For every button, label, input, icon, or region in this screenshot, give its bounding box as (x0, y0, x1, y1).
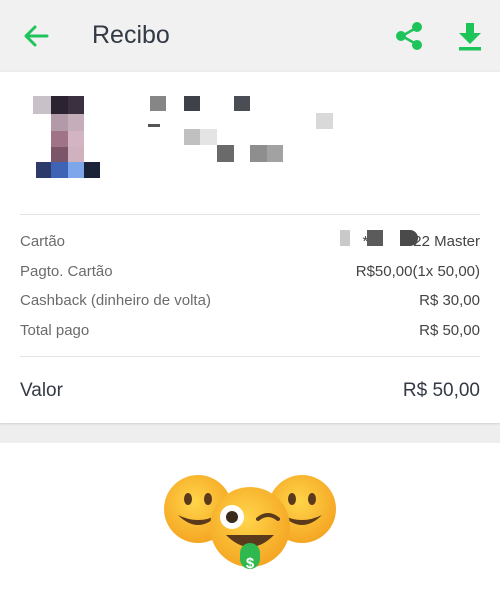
card-label: Cartão (20, 233, 66, 250)
download-icon[interactable] (455, 20, 485, 52)
card-payment-value: R$50,00(1x 50,00) (355, 263, 480, 280)
amount-label: Valor (20, 380, 63, 401)
app-bar: Recibo (0, 0, 500, 70)
total-paid-value: R$ 50,00 (419, 322, 480, 339)
detail-row-card-payment: Pagto. Cartão R$50,00(1x 50,00) (20, 263, 480, 285)
redacted-card-digits (340, 230, 350, 246)
divider (20, 214, 480, 215)
card-payment-label: Pagto. Cartão (20, 263, 113, 280)
amount-value: R$ 50,00 (402, 380, 480, 401)
amount-row: Valor R$ 50,00 (20, 380, 480, 408)
divider (20, 356, 480, 357)
receipt-card: Cartão *** 22 Master Pagto. Cartão R$50,… (0, 72, 500, 423)
detail-row-total-paid: Total pago R$ 50,00 (20, 322, 480, 344)
total-paid-label: Total pago (20, 322, 90, 339)
page-title: Recibo (92, 21, 170, 49)
share-icon[interactable] (393, 20, 425, 52)
cashback-label: Cashback (dinheiro de volta) (20, 292, 211, 309)
dollar-badge: $ (245, 555, 255, 572)
detail-row-cashback: Cashback (dinheiro de volta) R$ 30,00 (20, 292, 480, 314)
cashback-value: R$ 30,00 (419, 292, 480, 309)
arrow-left-icon[interactable] (20, 20, 52, 52)
cashback-illustration-card: $ (0, 443, 500, 589)
